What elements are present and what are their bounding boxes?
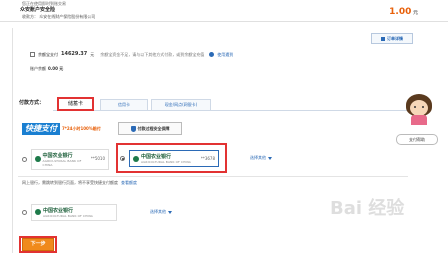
tab-cash[interactable]: 现金/网点(网银卡) — [151, 99, 211, 110]
help-mascot[interactable] — [402, 92, 436, 130]
quickpay-logo: 快捷支付 — [22, 123, 60, 135]
abc-bank-icon — [35, 209, 41, 215]
balance-row: 余额宝支付 14629.37 元 余额宝资金不足，请与以下其他方式付款，或到余额… — [30, 52, 233, 57]
account-balance-row: 账户余额 0.00 元 — [30, 67, 63, 71]
tab-cash-label: 现金/网点(网银卡) — [164, 102, 198, 107]
account-balance-label: 账户余额 — [30, 66, 46, 71]
card-1-bank-name: 中国农业银行 — [42, 152, 73, 159]
next-button[interactable]: 下一步 — [22, 238, 54, 251]
chevron-down-icon — [268, 156, 272, 160]
saved-card-2[interactable]: 中国农业银行 AGRICULTURAL BANK OF CHINA **3678 — [120, 150, 224, 167]
choose-other-link-1[interactable]: 选择其他 — [250, 156, 272, 160]
tab-credit-card[interactable]: 信用卡 — [100, 99, 148, 110]
amount-unit: 元 — [412, 10, 418, 16]
saved-card-1[interactable]: 中国农业银行 AGRICULTURAL BANK OF CHINA **5010 — [22, 148, 112, 170]
abc-bank-logo-3: 中国农业银行 AGRICULTURAL BANK OF CHINA — [31, 203, 117, 221]
netbank-bank-sub: AGRICULTURAL BANK OF CHINA — [43, 213, 93, 218]
baidu-watermark: Bai 经验 — [330, 198, 405, 219]
chevron-down-icon — [168, 210, 172, 214]
payment-method-label: 付款方式： — [19, 100, 45, 106]
tabs-baseline — [53, 110, 408, 111]
abc-bank-icon — [133, 155, 139, 162]
balance-amount: 14629.37 — [61, 51, 88, 57]
balance-pay-label: 余额宝支付 — [38, 51, 58, 57]
next-button-label: 下一步 — [30, 241, 46, 247]
help-icon — [209, 52, 215, 57]
abc-bank-logo-2: 中国农业银行 AGRICULTURAL BANK OF CHINA **3678 — [129, 150, 219, 167]
tab-debit-card[interactable]: 储蓄卡 — [57, 97, 94, 111]
card-2-bank-sub: AGRICULTURAL BANK OF CHINA — [141, 160, 191, 164]
payee-text: 收款方： 众安在线财产保险股份有限公司 — [22, 14, 96, 19]
choose-other-label: 选择其他 — [250, 155, 266, 160]
choose-other-label: 选择其他 — [150, 209, 166, 214]
netbank-note: 网上银行，需跳转到银行页面，将不享受快捷支付额度 查看额度 — [22, 181, 137, 185]
mascot-eye-left — [414, 106, 416, 108]
tab-debit-card-label: 储蓄卡 — [67, 100, 83, 107]
help-link[interactable]: 使用遇到 — [217, 52, 233, 57]
netbank-option[interactable]: 中国农业银行 AGRICULTURAL BANK OF CHINA — [22, 203, 122, 221]
card-1-radio[interactable] — [22, 156, 27, 162]
mascot-eye-right — [422, 106, 424, 108]
mascot-bubble[interactable]: 支付帮助 — [396, 134, 438, 145]
header: 您正在使用即时到账交易 众安账户安全险 收款方： 众安在线财产保险股份有限公司 … — [0, 0, 448, 22]
netbank-text: 网上银行，需跳转到银行页面，将不享受快捷支付额度 — [22, 180, 118, 185]
amount-display: 1.00 元 — [389, 8, 418, 17]
mascot-bubble-label: 支付帮助 — [409, 136, 425, 142]
tab-credit-card-label: 信用卡 — [118, 102, 130, 107]
quickpay-badge: 快捷支付 7*24小时100%赔付 — [22, 121, 110, 137]
choose-other-link-2[interactable]: 选择其他 — [150, 210, 172, 214]
transaction-type-text: 您正在使用即时到账交易 — [22, 1, 66, 6]
balance-unit: 元 — [90, 51, 95, 57]
balance-checkbox[interactable] — [30, 52, 35, 57]
account-balance-value: 0.00 元 — [48, 66, 64, 71]
quickpay-slogan: 7*24小时100%赔付 — [62, 126, 101, 131]
product-title: 众安账户安全险 — [20, 7, 56, 13]
card-2-radio[interactable] — [120, 156, 125, 161]
abc-bank-logo-1: 中国农业银行 AGRICULTURAL BANK OF CHINA **5010 — [31, 148, 109, 170]
secure-badge: 付款过程安全保障 — [118, 122, 182, 135]
card-1-tail: **5010 — [90, 156, 105, 161]
shield-icon — [130, 125, 136, 132]
abc-bank-icon — [35, 156, 41, 162]
secure-badge-label: 付款过程安全保障 — [137, 125, 170, 131]
mascot-body — [411, 115, 427, 125]
view-limit-link[interactable]: 查看额度 — [121, 181, 137, 185]
mascot-face — [410, 100, 428, 116]
netbank-radio[interactable] — [22, 209, 27, 215]
section-divider — [18, 176, 408, 177]
netbank-bank-name: 中国农业银行 — [43, 207, 74, 214]
amount-value: 1.00 — [389, 7, 412, 17]
balance-note: 余额宝资金不足，请与以下其他方式付款，或到余额宝充值 — [100, 51, 205, 57]
card-2-bank-name: 中国农业银行 — [141, 154, 172, 160]
card-1-bank-sub: AGRICULTURAL BANK OF CHINA — [42, 158, 82, 167]
card-2-tail: **3678 — [200, 155, 215, 161]
